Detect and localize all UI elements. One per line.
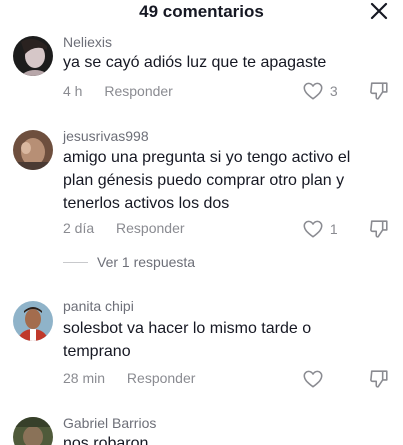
comment-text-line: ya se cayó adiós luz que te apagaste xyxy=(63,54,327,71)
like-button[interactable]: 1 xyxy=(302,218,338,240)
avatar[interactable] xyxy=(13,130,53,170)
comment-text: ya se cayó adiós luz que te apagaste xyxy=(63,51,388,74)
comment-text-line: nos robaron xyxy=(63,435,149,445)
comment-meta: 2 día Responder xyxy=(63,220,185,236)
comment-text: amigo una pregunta si yo tengo activo el… xyxy=(63,146,388,215)
comment-time: 28 min xyxy=(63,370,106,386)
comment-username[interactable]: jesusrivas998 xyxy=(63,128,149,144)
like-button[interactable] xyxy=(302,368,330,390)
dislike-button[interactable] xyxy=(368,80,390,102)
avatar[interactable] xyxy=(13,36,53,76)
comment-text-line: tenerlos activos los dos xyxy=(63,195,230,212)
like-count: 3 xyxy=(329,83,338,99)
dislike-button[interactable] xyxy=(368,218,390,240)
reply-button[interactable]: Responder xyxy=(127,370,196,386)
thumbs-down-icon xyxy=(370,370,388,388)
replies-divider xyxy=(63,262,88,263)
comments-count-title: 49 comentarios xyxy=(139,2,264,21)
reply-button[interactable]: Responder xyxy=(104,83,173,99)
comment-text: nos robaron xyxy=(63,432,388,445)
comment-meta: 4 h Responder xyxy=(63,83,173,99)
comment-username[interactable]: Neliexis xyxy=(63,34,112,50)
comment-text-line: plan génesis puedo comprar otro plan y xyxy=(63,172,345,189)
thumbs-down-icon xyxy=(370,220,388,238)
dislike-button[interactable] xyxy=(368,368,390,390)
thumbs-down-icon xyxy=(370,82,388,100)
avatar[interactable] xyxy=(13,417,53,445)
comment-time: 2 día xyxy=(63,220,95,236)
heart-outline-icon xyxy=(303,220,323,238)
comment-text-line: temprano xyxy=(63,343,131,360)
comment-text: solesbot va hacer lo mismo tarde o tempr… xyxy=(63,317,388,363)
comment-username[interactable]: panita chipi xyxy=(63,298,134,314)
comment-username[interactable]: Gabriel Barrios xyxy=(63,415,156,431)
heart-outline-icon xyxy=(303,82,323,100)
comment-time: 4 h xyxy=(63,83,83,99)
comment-text-line: solesbot va hacer lo mismo tarde o xyxy=(63,320,312,337)
comment-meta: 28 min Responder xyxy=(63,370,195,386)
comments-header: 49 comentarios xyxy=(0,0,403,24)
heart-outline-icon xyxy=(303,370,323,388)
view-replies-label: Ver 1 respuesta xyxy=(97,254,196,270)
like-button[interactable]: 3 xyxy=(302,80,338,102)
close-icon[interactable] xyxy=(369,1,389,21)
comment-text-line: amigo una pregunta si yo tengo activo el xyxy=(63,149,351,166)
like-count: 1 xyxy=(329,221,338,237)
reply-button[interactable]: Responder xyxy=(116,220,185,236)
avatar[interactable] xyxy=(13,301,53,341)
